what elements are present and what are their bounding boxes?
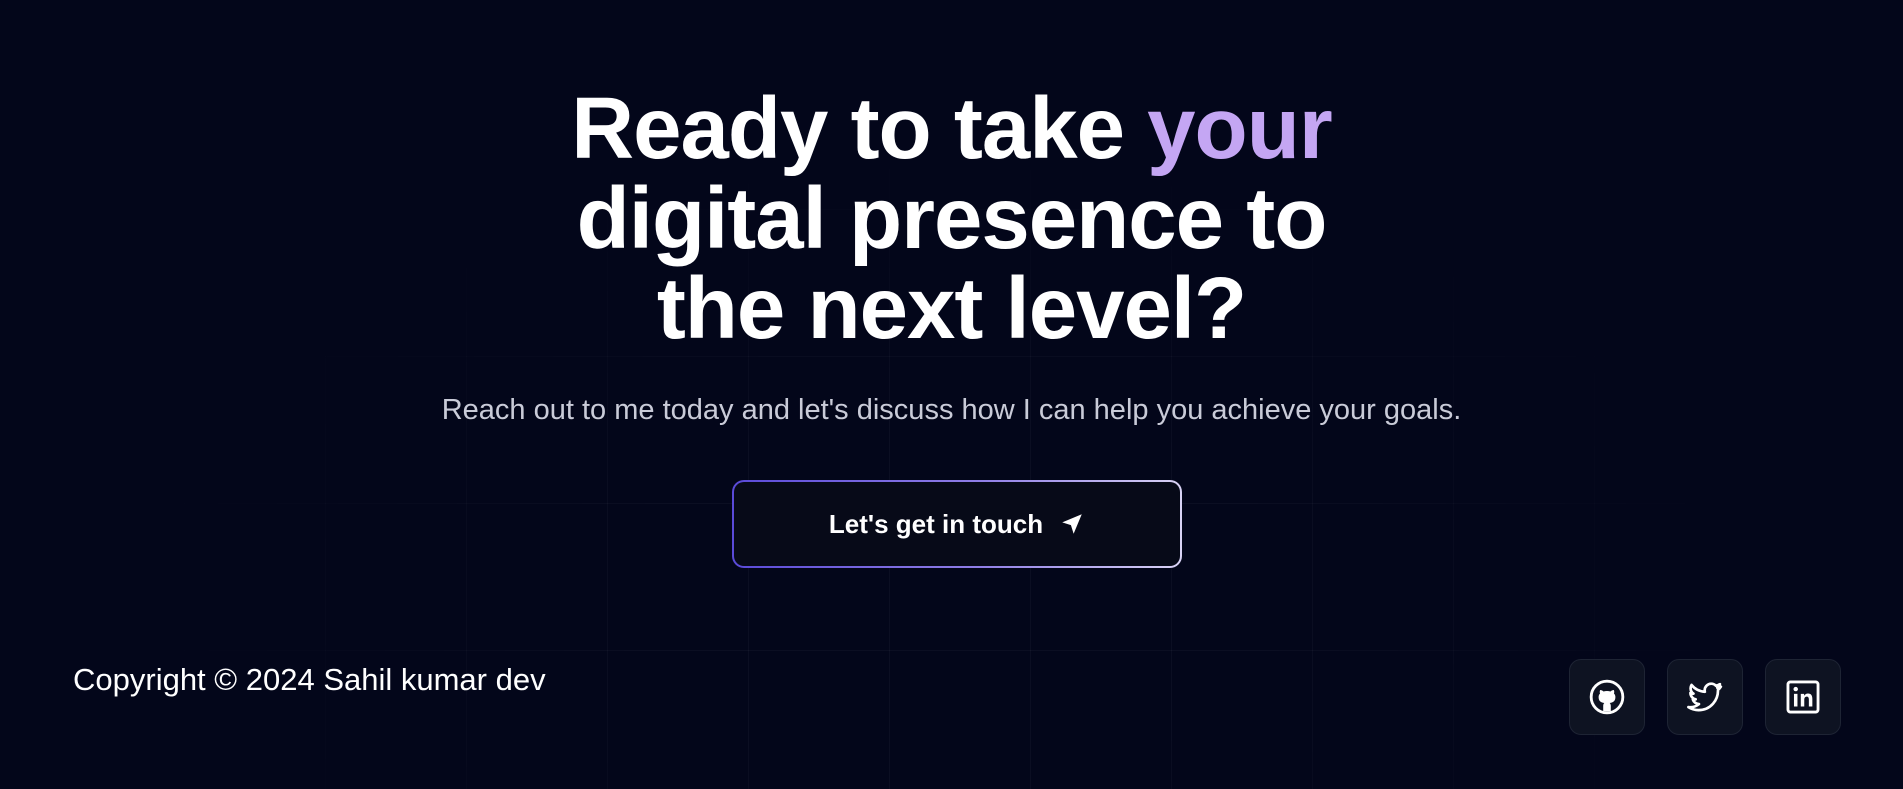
get-in-touch-button-inner[interactable]: Let's get in touch (734, 482, 1180, 566)
get-in-touch-button[interactable]: Let's get in touch (732, 480, 1182, 568)
social-links (1569, 659, 1841, 735)
twitter-icon (1687, 682, 1723, 712)
hero-headline: Ready to take your digital presence to the… (502, 84, 1402, 354)
linkedin-link[interactable] (1765, 659, 1841, 735)
github-icon (1589, 679, 1625, 715)
headline-text-start: Ready to take (571, 80, 1148, 177)
get-in-touch-label: Let's get in touch (828, 508, 1044, 539)
hero-subline: Reach out to me today and let's discuss … (441, 394, 1462, 426)
copyright-text: Copyright © 2024 Sahil kumar dev (73, 662, 546, 697)
linkedin-icon (1786, 680, 1820, 714)
headline-accent-word: your (1147, 80, 1333, 177)
headline-line-3: the next level? (656, 260, 1247, 357)
headline-line-2: digital presence to (576, 170, 1328, 267)
hero-section: Ready to take your digital presence to the… (0, 84, 1903, 428)
twitter-link[interactable] (1667, 659, 1743, 735)
github-link[interactable] (1569, 659, 1645, 735)
send-icon (1059, 511, 1085, 537)
